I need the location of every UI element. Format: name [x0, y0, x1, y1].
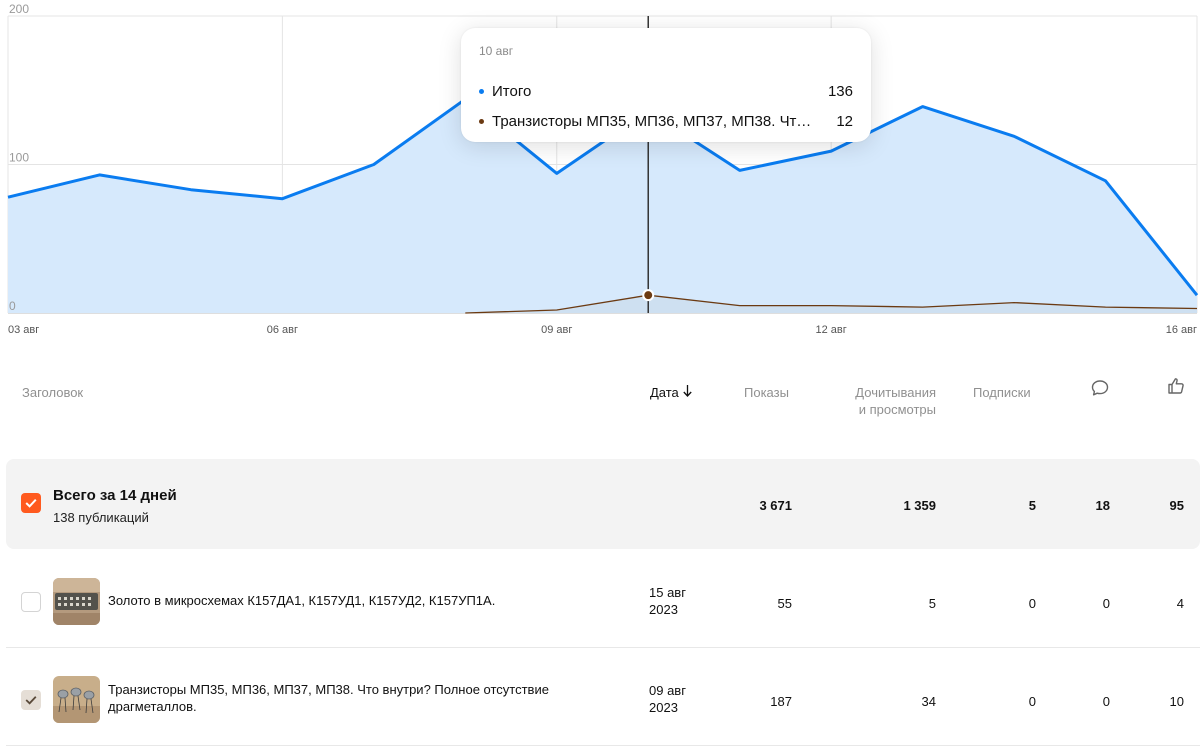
- row-likes: 10: [1169, 694, 1184, 709]
- tooltip-date: 10 авг: [479, 44, 514, 58]
- tooltip-row-total: Итого 136: [479, 76, 853, 106]
- article-date-day: 09 авг: [649, 683, 686, 698]
- tooltip-value: 136: [827, 82, 853, 100]
- y-tick-label: 100: [9, 151, 29, 165]
- total-summary-row: Всего за 14 дней 138 публикаций 3 671 1 …: [6, 459, 1200, 549]
- tooltip-label: Транзисторы МП35, МП36, МП37, МП38. Что …: [492, 112, 818, 130]
- column-header-reads-line2: и просмотры: [858, 402, 936, 417]
- row-reads: 5: [928, 596, 936, 611]
- article-date-year: 2023: [649, 700, 678, 715]
- arrow-down-icon: [683, 384, 692, 401]
- like-icon[interactable]: [1166, 376, 1186, 400]
- x-tick-label: 06 авг: [267, 324, 298, 336]
- series-dot-icon: [479, 88, 484, 94]
- y-tick-label: 0: [9, 299, 16, 313]
- x-tick-label: 03 авг: [8, 324, 39, 336]
- row-subscriptions: 0: [1028, 694, 1036, 709]
- row-views: 187: [770, 694, 792, 709]
- tooltip-row-article: Транзисторы МП35, МП36, МП37, МП38. Что …: [479, 106, 853, 136]
- row-checkbox[interactable]: [21, 592, 41, 612]
- column-header-reads[interactable]: Дочитывания и просмотры: [846, 384, 936, 418]
- article-title[interactable]: Транзисторы МП35, МП36, МП37, МП38. Что …: [108, 681, 598, 715]
- tooltip-label: Итого: [492, 82, 532, 100]
- row-reads: 34: [921, 694, 936, 709]
- table-row[interactable]: Золото в микросхемах К157ДА1, К157УД1, К…: [6, 552, 1200, 648]
- article-thumbnail[interactable]: [53, 578, 100, 625]
- column-header-views[interactable]: Показы: [744, 384, 789, 401]
- column-header-title: Заголовок: [22, 385, 84, 400]
- total-likes: 95: [1169, 498, 1184, 513]
- x-tick-label: 09 авг: [541, 324, 572, 336]
- tooltip-value: 12: [836, 112, 853, 130]
- row-comments: 0: [1102, 694, 1110, 709]
- column-header-reads-line1: Дочитывания: [855, 385, 936, 400]
- row-likes: 4: [1176, 596, 1184, 611]
- article-thumbnail[interactable]: [53, 676, 100, 723]
- article-title[interactable]: Золото в микросхемах К157ДА1, К157УД1, К…: [108, 592, 598, 609]
- row-checkbox[interactable]: [21, 690, 41, 710]
- column-header-date-label: Дата: [650, 385, 679, 400]
- x-tick-label: 12 авг: [816, 324, 847, 336]
- column-header-subscriptions[interactable]: Подписки: [973, 384, 1031, 401]
- comment-icon[interactable]: [1090, 378, 1110, 402]
- article-date: 09 авг 2023: [649, 682, 686, 716]
- article-date-day: 15 авг: [649, 585, 686, 600]
- total-checkbox[interactable]: [21, 493, 41, 513]
- article-date-year: 2023: [649, 602, 678, 617]
- total-comments: 18: [1095, 498, 1110, 513]
- column-header-date[interactable]: Дата: [650, 384, 692, 401]
- total-subscriptions: 5: [1028, 498, 1036, 513]
- row-comments: 0: [1102, 596, 1110, 611]
- series-dot-icon: [479, 118, 484, 124]
- total-title: Всего за 14 дней: [53, 487, 177, 504]
- total-views: 3 671: [759, 498, 792, 513]
- chart-tooltip: 10 авг Итого 136 Транзисторы МП35, МП36,…: [461, 28, 871, 142]
- checkmark-icon: [25, 499, 37, 508]
- table-row[interactable]: Транзисторы МП35, МП36, МП37, МП38. Что …: [6, 650, 1200, 746]
- x-tick-label: 16 авг: [1166, 324, 1197, 336]
- table-header: Заголовок Дата Показы Дочитывания и прос…: [0, 370, 1200, 430]
- article-date: 15 авг 2023: [649, 584, 686, 618]
- checkmark-icon: [25, 696, 37, 705]
- total-subtitle: 138 публикаций: [53, 510, 149, 525]
- total-reads: 1 359: [903, 498, 936, 513]
- row-subscriptions: 0: [1028, 596, 1036, 611]
- y-tick-label: 200: [9, 2, 29, 16]
- row-views: 55: [777, 596, 792, 611]
- hover-point: [642, 289, 655, 302]
